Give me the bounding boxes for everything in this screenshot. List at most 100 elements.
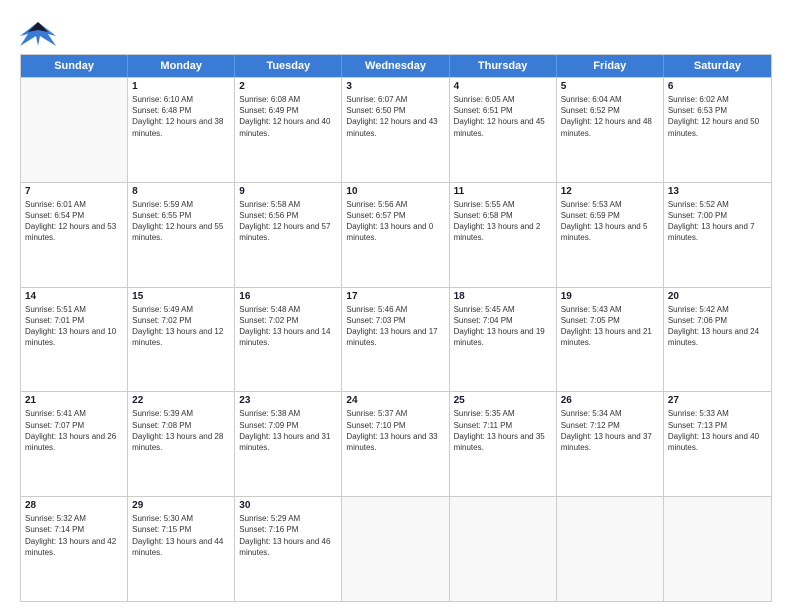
header-monday: Monday: [128, 55, 235, 77]
cal-cell-4-1: 29 Sunrise: 5:30 AMSunset: 7:15 PMDayligh…: [128, 497, 235, 601]
day-number: 3: [346, 81, 444, 92]
sun-info: Sunrise: 6:05 AMSunset: 6:51 PMDaylight:…: [454, 94, 552, 139]
header-friday: Friday: [557, 55, 664, 77]
calendar-body: 1Sunrise: 6:10 AMSunset: 6:48 PMDaylight…: [21, 77, 771, 601]
cal-cell-0-1: 1Sunrise: 6:10 AMSunset: 6:48 PMDaylight…: [128, 78, 235, 182]
day-number: 8: [132, 186, 230, 197]
cal-cell-3-0: 21 Sunrise: 5:41 AMSunset: 7:07 PMDayligh…: [21, 392, 128, 496]
day-number: 20: [668, 291, 767, 302]
day-number: 15: [132, 291, 230, 302]
day-number: 29: [132, 500, 230, 511]
day-number: 2: [239, 81, 337, 92]
cal-cell-2-2: 16 Sunrise: 5:48 AMSunset: 7:02 PMDayligh…: [235, 288, 342, 392]
cal-cell-4-6: [664, 497, 771, 601]
sun-info: Sunrise: 5:39 AMSunset: 7:08 PMDaylight:…: [132, 408, 230, 453]
day-number: 19: [561, 291, 659, 302]
logo: [20, 18, 60, 46]
day-number: 22: [132, 395, 230, 406]
sun-info: Sunrise: 6:07 AMSunset: 6:50 PMDaylight:…: [346, 94, 444, 139]
cal-cell-0-6: 6 Sunrise: 6:02 AMSunset: 6:53 PMDaylight…: [664, 78, 771, 182]
sun-info: Sunrise: 5:55 AMSunset: 6:58 PMDaylight:…: [454, 199, 552, 244]
cal-cell-4-5: [557, 497, 664, 601]
day-number: 12: [561, 186, 659, 197]
sun-info: Sunrise: 5:37 AMSunset: 7:10 PMDaylight:…: [346, 408, 444, 453]
day-number: 6: [668, 81, 767, 92]
cal-cell-1-4: 11 Sunrise: 5:55 AMSunset: 6:58 PMDayligh…: [450, 183, 557, 287]
sun-info: Sunrise: 5:56 AMSunset: 6:57 PMDaylight:…: [346, 199, 444, 244]
sun-info: Sunrise: 5:59 AMSunset: 6:55 PMDaylight:…: [132, 199, 230, 244]
sun-info: Sunrise: 5:29 AMSunset: 7:16 PMDaylight:…: [239, 513, 337, 558]
header: [20, 18, 772, 46]
cal-cell-2-4: 18Sunrise: 5:45 AMSunset: 7:04 PMDayligh…: [450, 288, 557, 392]
day-number: 7: [25, 186, 123, 197]
cal-cell-2-5: 19 Sunrise: 5:43 AMSunset: 7:05 PMDayligh…: [557, 288, 664, 392]
day-number: 23: [239, 395, 337, 406]
cal-cell-0-5: 5 Sunrise: 6:04 AMSunset: 6:52 PMDaylight…: [557, 78, 664, 182]
logo-icon: [20, 18, 56, 46]
sun-info: Sunrise: 5:43 AMSunset: 7:05 PMDaylight:…: [561, 304, 659, 349]
day-number: 25: [454, 395, 552, 406]
cal-cell-0-0: [21, 78, 128, 182]
sun-info: Sunrise: 5:33 AMSunset: 7:13 PMDaylight:…: [668, 408, 767, 453]
day-number: 21: [25, 395, 123, 406]
day-number: 13: [668, 186, 767, 197]
day-number: 5: [561, 81, 659, 92]
header-tuesday: Tuesday: [235, 55, 342, 77]
cal-cell-3-1: 22 Sunrise: 5:39 AMSunset: 7:08 PMDayligh…: [128, 392, 235, 496]
sun-info: Sunrise: 6:02 AMSunset: 6:53 PMDaylight:…: [668, 94, 767, 139]
day-number: 1: [132, 81, 230, 92]
header-wednesday: Wednesday: [342, 55, 449, 77]
cal-cell-4-3: [342, 497, 449, 601]
sun-info: Sunrise: 5:34 AMSunset: 7:12 PMDaylight:…: [561, 408, 659, 453]
day-number: 4: [454, 81, 552, 92]
sun-info: Sunrise: 5:42 AMSunset: 7:06 PMDaylight:…: [668, 304, 767, 349]
day-number: 14: [25, 291, 123, 302]
cal-cell-1-6: 13Sunrise: 5:52 AMSunset: 7:00 PMDayligh…: [664, 183, 771, 287]
day-number: 10: [346, 186, 444, 197]
sun-info: Sunrise: 5:32 AMSunset: 7:14 PMDaylight:…: [25, 513, 123, 558]
cal-cell-4-0: 28 Sunrise: 5:32 AMSunset: 7:14 PMDayligh…: [21, 497, 128, 601]
day-number: 28: [25, 500, 123, 511]
day-number: 16: [239, 291, 337, 302]
week-row-1: 1Sunrise: 6:10 AMSunset: 6:48 PMDaylight…: [21, 77, 771, 182]
header-sunday: Sunday: [21, 55, 128, 77]
cal-cell-1-1: 8 Sunrise: 5:59 AMSunset: 6:55 PMDaylight…: [128, 183, 235, 287]
sun-info: Sunrise: 5:53 AMSunset: 6:59 PMDaylight:…: [561, 199, 659, 244]
day-number: 11: [454, 186, 552, 197]
sun-info: Sunrise: 5:46 AMSunset: 7:03 PMDaylight:…: [346, 304, 444, 349]
sun-info: Sunrise: 5:35 AMSunset: 7:11 PMDaylight:…: [454, 408, 552, 453]
cal-cell-3-4: 25 Sunrise: 5:35 AMSunset: 7:11 PMDayligh…: [450, 392, 557, 496]
week-row-2: 7 Sunrise: 6:01 AMSunset: 6:54 PMDaylight…: [21, 182, 771, 287]
sun-info: Sunrise: 6:01 AMSunset: 6:54 PMDaylight:…: [25, 199, 123, 244]
sun-info: Sunrise: 5:49 AMSunset: 7:02 PMDaylight:…: [132, 304, 230, 349]
day-number: 27: [668, 395, 767, 406]
day-number: 24: [346, 395, 444, 406]
sun-info: Sunrise: 5:38 AMSunset: 7:09 PMDaylight:…: [239, 408, 337, 453]
cal-cell-2-6: 20 Sunrise: 5:42 AMSunset: 7:06 PMDayligh…: [664, 288, 771, 392]
sun-info: Sunrise: 5:48 AMSunset: 7:02 PMDaylight:…: [239, 304, 337, 349]
cal-cell-1-5: 12 Sunrise: 5:53 AMSunset: 6:59 PMDayligh…: [557, 183, 664, 287]
day-number: 18: [454, 291, 552, 302]
cal-cell-3-2: 23 Sunrise: 5:38 AMSunset: 7:09 PMDayligh…: [235, 392, 342, 496]
cal-cell-3-5: 26 Sunrise: 5:34 AMSunset: 7:12 PMDayligh…: [557, 392, 664, 496]
week-row-5: 28 Sunrise: 5:32 AMSunset: 7:14 PMDayligh…: [21, 496, 771, 601]
day-number: 26: [561, 395, 659, 406]
sun-info: Sunrise: 5:41 AMSunset: 7:07 PMDaylight:…: [25, 408, 123, 453]
calendar-header: Sunday Monday Tuesday Wednesday Thursday…: [21, 55, 771, 77]
day-number: 9: [239, 186, 337, 197]
sun-info: Sunrise: 6:04 AMSunset: 6:52 PMDaylight:…: [561, 94, 659, 139]
cal-cell-1-0: 7 Sunrise: 6:01 AMSunset: 6:54 PMDaylight…: [21, 183, 128, 287]
cal-cell-0-4: 4 Sunrise: 6:05 AMSunset: 6:51 PMDaylight…: [450, 78, 557, 182]
cal-cell-2-0: 14 Sunrise: 5:51 AMSunset: 7:01 PMDayligh…: [21, 288, 128, 392]
calendar: Sunday Monday Tuesday Wednesday Thursday…: [20, 54, 772, 602]
page: Sunday Monday Tuesday Wednesday Thursday…: [0, 0, 792, 612]
cal-cell-2-1: 15 Sunrise: 5:49 AMSunset: 7:02 PMDayligh…: [128, 288, 235, 392]
week-row-4: 21 Sunrise: 5:41 AMSunset: 7:07 PMDayligh…: [21, 391, 771, 496]
sun-info: Sunrise: 5:51 AMSunset: 7:01 PMDaylight:…: [25, 304, 123, 349]
cal-cell-1-2: 9Sunrise: 5:58 AMSunset: 6:56 PMDaylight…: [235, 183, 342, 287]
cal-cell-4-4: [450, 497, 557, 601]
cal-cell-4-2: 30Sunrise: 5:29 AMSunset: 7:16 PMDayligh…: [235, 497, 342, 601]
week-row-3: 14 Sunrise: 5:51 AMSunset: 7:01 PMDayligh…: [21, 287, 771, 392]
sun-info: Sunrise: 5:30 AMSunset: 7:15 PMDaylight:…: [132, 513, 230, 558]
day-number: 17: [346, 291, 444, 302]
